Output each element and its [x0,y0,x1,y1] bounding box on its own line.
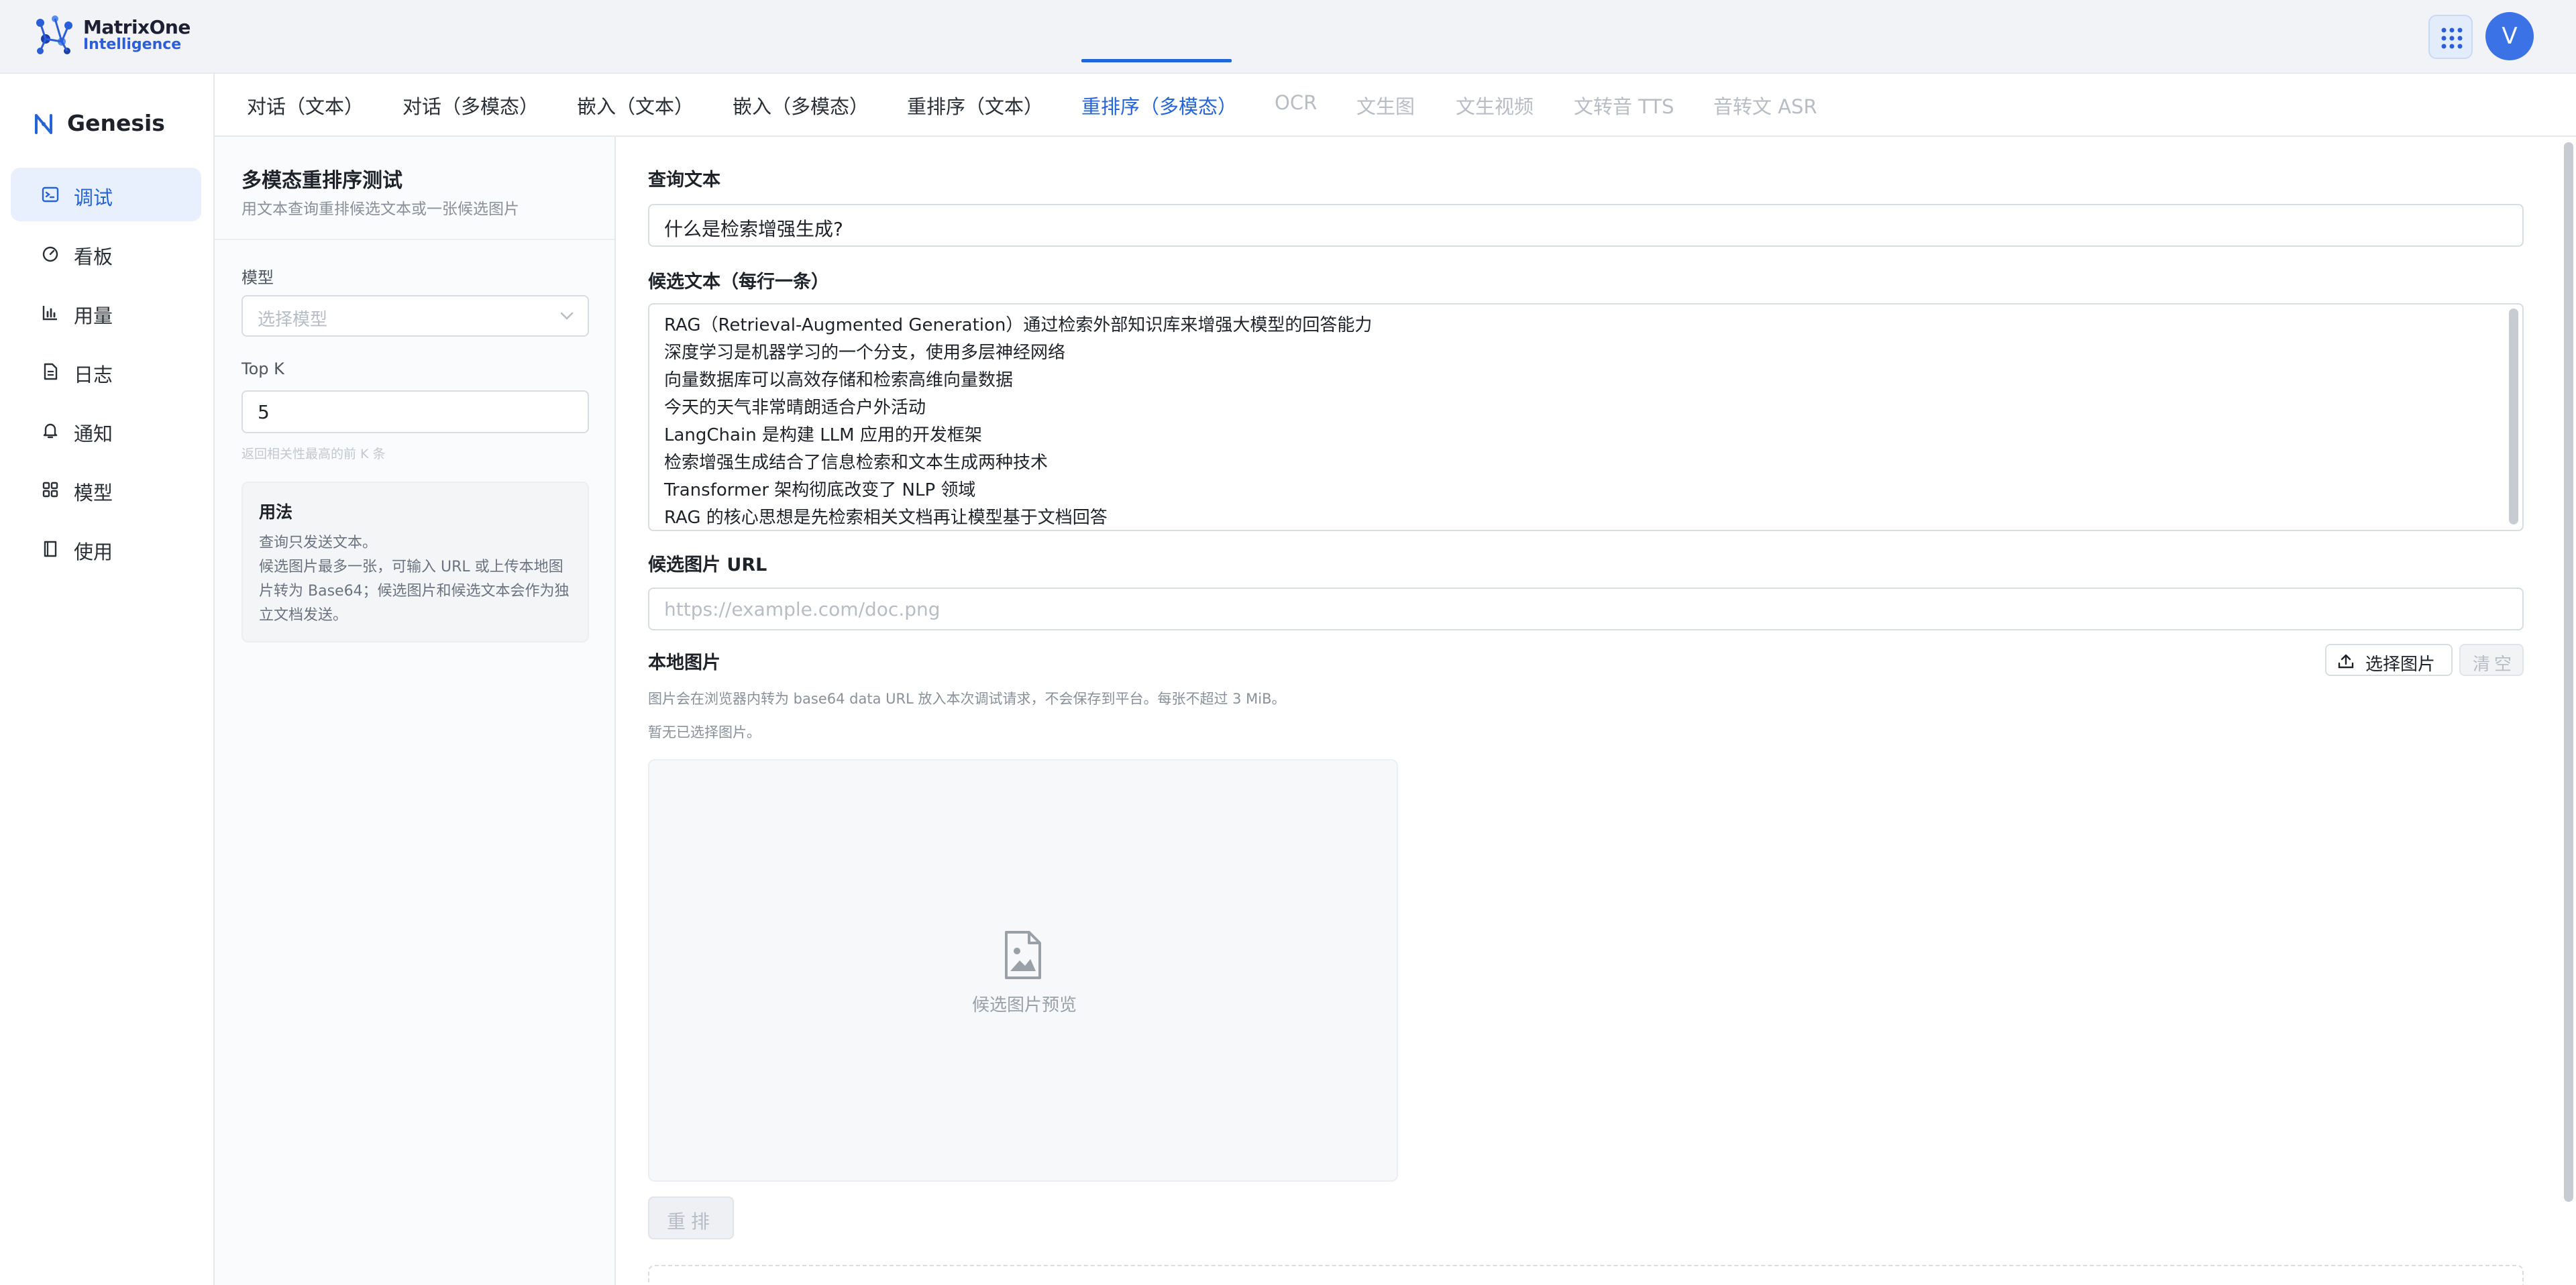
sidebar-item-label: 调试 [74,186,113,209]
tab-chat-multimodal[interactable]: 对话（多模态） [402,91,539,119]
tab-embed-text[interactable]: 嵌入（文本） [577,91,694,119]
sidebar-item-models[interactable]: 模型 [11,463,201,516]
tab-text-to-video[interactable]: 文生视频 [1456,91,1534,119]
sidebar-item-usage[interactable]: 用量 [11,286,201,339]
sidebar-item-logs[interactable]: 日志 [11,345,201,398]
tab-tts[interactable]: 文转音 TTS [1574,91,1674,119]
topk-label: Top K [241,359,284,378]
local-image-label: 本地图片 [648,653,720,673]
active-tab-indicator [1081,59,1232,62]
top-bar: MatrixOne Intelligence V [0,0,2576,74]
sidebar-item-label: 日志 [74,364,113,386]
app-name: Genesis [67,110,165,136]
query-input[interactable]: 什么是检索增强生成? [648,204,2524,247]
sidebar-item-dashboard[interactable]: 看板 [11,227,201,280]
usage-line: 候选图片最多一张，可输入 URL 或上传本地图 [259,559,564,575]
tab-asr[interactable]: 音转文 ASR [1713,91,1817,119]
matrixone-logo-icon [36,15,72,54]
clear-label: 清空 [2473,655,2516,675]
logo-text-line1: MatrixOne [83,16,191,38]
config-panel: 多模态重排序测试 用文本查询重排候选文本或一张候选图片 模型 选择模型 Top … [215,137,616,1285]
clear-button[interactable]: 清空 [2459,644,2524,676]
tab-embed-multimodal[interactable]: 嵌入（多模态） [733,91,869,119]
sidebar: Genesis 调试 看板 用量 日志 通知 模型 使用 [0,74,215,1285]
topk-value: 5 [258,401,270,423]
topk-input[interactable]: 5 [241,390,589,433]
candidate-line: 今天的天气非常晴朗适合户外活动 [664,398,926,418]
bar-chart-icon [42,306,57,321]
panel-header: 多模态重排序测试 用文本查询重排候选文本或一张候选图片 [215,137,614,240]
bell-icon [43,423,58,439]
result-area [648,1265,2524,1285]
select-image-button[interactable]: 选择图片 [2325,644,2453,676]
image-url-placeholder: https://example.com/doc.png [664,598,941,620]
book-icon [44,541,57,557]
sidebar-item-notifications[interactable]: 通知 [11,404,201,457]
image-url-label: 候选图片 URL [648,555,767,575]
candidates-label: 候选文本（每行一条） [648,272,829,292]
no-image-text: 暂无已选择图片。 [648,724,761,740]
rerank-label: 重排 [666,1211,715,1233]
sidebar-item-label: 通知 [74,423,113,445]
select-image-label: 选择图片 [2365,655,2436,675]
logo-text-line2: Intelligence [83,36,182,53]
sidebar-item-guide[interactable]: 使用 [11,522,201,575]
tab-rerank-multimodal[interactable]: 重排序（多模态） [1081,91,1237,119]
textarea-scrollbar[interactable] [2509,309,2518,524]
sidebar-item-debug[interactable]: 调试 [11,168,201,221]
document-icon [44,363,58,380]
tab-text-to-image[interactable]: 文生图 [1356,91,1415,119]
candidate-line: RAG 的核心思想是先检索相关文档再让模型基于文档回答 [664,508,1108,528]
topk-hint: 返回相关性最高的前 K 条 [241,447,386,461]
tab-ocr[interactable]: OCR [1275,91,1317,114]
terminal-icon [42,186,59,203]
candidate-line: LangChain 是构建 LLM 应用的开发框架 [664,425,982,445]
usage-line: 片转为 Base64；候选图片和候选文本会作为独 [259,583,570,600]
upload-icon [2338,654,2354,669]
model-select[interactable]: 选择模型 [241,295,589,337]
sidebar-item-label: 模型 [74,482,113,504]
sidebar-item-label: 用量 [74,304,113,327]
query-label: 查询文本 [648,170,720,190]
genesis-logo-icon [35,114,52,134]
usage-title: 用法 [259,502,293,522]
candidate-line: 向量数据库可以高效存储和检索高维向量数据 [664,370,1014,390]
model-label: 模型 [241,268,274,287]
query-value: 什么是检索增强生成? [664,218,843,240]
image-preview: 候选图片预览 [648,759,1398,1182]
usage-line: 立文档发送。 [259,607,348,624]
sidebar-item-label: 看板 [74,245,113,268]
matrixone-logo[interactable]: MatrixOne Intelligence [32,13,191,56]
usage-line: 查询只发送文本。 [259,535,378,551]
tab-rerank-text[interactable]: 重排序（文本） [907,91,1043,119]
apps-grid-button[interactable] [2428,15,2473,59]
candidate-line: 检索增强生成结合了信息检索和文本生成两种技术 [664,453,1049,473]
grid-icon [42,482,58,498]
preview-placeholder-text: 候选图片预览 [971,995,1077,1015]
tab-chat-text[interactable]: 对话（文本） [247,91,364,119]
candidate-line: RAG（Retrieval-Augmented Generation）通过检索外… [664,315,1373,335]
apps-grid-icon [2441,27,2463,49]
candidates-textarea[interactable]: RAG（Retrieval-Augmented Generation）通过检索外… [648,303,2524,531]
sidebar-item-label: 使用 [74,541,113,563]
image-file-icon [1005,931,1041,979]
page-scrollbar[interactable] [2564,142,2573,1202]
panel-title: 多模态重排序测试 [241,169,402,192]
image-url-input[interactable]: https://example.com/doc.png [648,588,2524,630]
panel-subtitle: 用文本查询重排候选文本或一张候选图片 [241,201,519,218]
chevron-down-icon [560,312,574,320]
feature-tabs: 对话（文本） 对话（多模态） 嵌入（文本） 嵌入（多模态） 重排序（文本） 重排… [215,74,2576,137]
candidate-line: 深度学习是机器学习的一个分支，使用多层神经网络 [664,343,1066,363]
dashboard-gauge-icon [42,246,58,262]
usage-card: 用法 查询只发送文本。 候选图片最多一张，可输入 URL 或上传本地图 片转为 … [241,482,589,642]
main-form: 查询文本 什么是检索增强生成? 候选文本（每行一条） RAG（Retrieval… [617,137,2563,1285]
rerank-button[interactable]: 重排 [648,1196,734,1239]
user-avatar[interactable]: V [2485,12,2534,60]
model-select-placeholder: 选择模型 [258,310,328,330]
local-image-note: 图片会在浏览器内转为 base64 data URL 放入本次调试请求，不会保存… [648,691,1286,707]
candidate-line: Transformer 架构彻底改变了 NLP 领域 [664,480,976,500]
